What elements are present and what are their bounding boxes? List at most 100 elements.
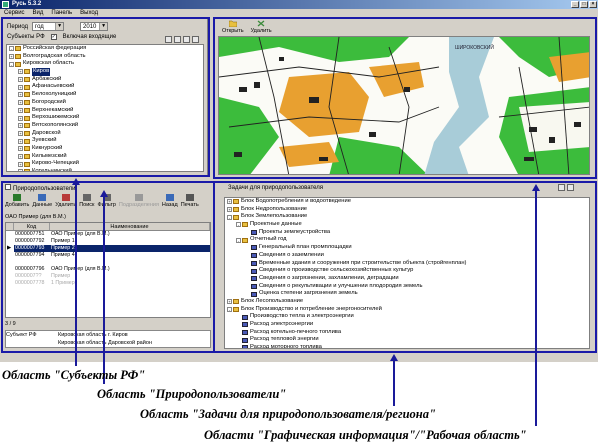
chevron-down-icon: ▼: [55, 23, 64, 30]
menu-service[interactable]: Сервис: [4, 9, 25, 17]
expand-icon[interactable]: +: [227, 299, 232, 305]
subject-item[interactable]: - Кировская область: [7, 60, 203, 68]
menu-view[interactable]: Вид: [33, 9, 44, 17]
subject-item[interactable]: + Кирово-Чепецкий: [7, 160, 203, 168]
users-toolbar-button[interactable]: Добавить: [5, 194, 29, 208]
task-label: Блок Лесопользование: [241, 297, 304, 304]
app-window: Русь 5.3.2 _ □ × Сервис Вид Панель Выход…: [0, 0, 598, 362]
subjects-tree[interactable]: - Российская федерация + Волгоградская обла…: [6, 44, 204, 172]
tasks-expand-icon[interactable]: [558, 184, 565, 191]
expand-icon[interactable]: +: [18, 77, 23, 83]
cell-code: [14, 259, 50, 266]
cell-name: 1 Пример: [51, 280, 75, 286]
expand-icon[interactable]: +: [18, 130, 23, 136]
users-toolbar-button[interactable]: Поиск: [79, 194, 94, 208]
users-title-row: Природопользователи: [5, 184, 75, 192]
subject-item[interactable]: + Котельничский: [7, 168, 203, 172]
expand-icon[interactable]: +: [18, 107, 23, 113]
expand-icon[interactable]: +: [18, 69, 23, 75]
table-row[interactable]: 0000007796 ОАО Пример (для В.М.): [6, 266, 210, 273]
period-combo[interactable]: год ▼: [32, 22, 65, 31]
expand-icon[interactable]: +: [18, 146, 23, 152]
collapse-icon[interactable]: -: [227, 214, 232, 220]
menu-panel[interactable]: Панель: [51, 9, 72, 17]
tree-settings-icon[interactable]: [192, 36, 199, 43]
expand-icon[interactable]: +: [227, 199, 232, 205]
task-label: Расход электроэнергии: [250, 321, 314, 327]
subject-label: Котельничский: [32, 168, 72, 172]
table-row[interactable]: [6, 259, 210, 266]
maximize-button[interactable]: □: [580, 1, 588, 8]
users-checkbox[interactable]: [5, 184, 11, 190]
window-title: Русь 5.3.2: [12, 1, 42, 7]
users-toolbar-button[interactable]: Подразделения: [119, 194, 159, 208]
tree-refresh-icon[interactable]: [183, 36, 190, 43]
subject-item[interactable]: + Кикнурский: [7, 145, 203, 153]
table-row[interactable]: 0000007778 1 Пример: [6, 280, 210, 287]
collapse-icon[interactable]: -: [227, 306, 232, 312]
table-row[interactable]: 0000007751 ОАО Пример (для В.М.): [6, 231, 210, 238]
tree-collapse-icon[interactable]: [174, 36, 181, 43]
subject-item[interactable]: + Афанасьевский: [7, 83, 203, 91]
folder-icon: [24, 100, 30, 106]
open-button[interactable]: Открыть: [222, 20, 244, 34]
table-icon: [251, 268, 257, 274]
period-label: Период: [7, 23, 29, 30]
close-button[interactable]: ×: [589, 1, 597, 8]
subject-item[interactable]: - Российская федерация: [7, 45, 203, 53]
table-row[interactable]: [6, 287, 210, 294]
table-row[interactable]: 0000007792 Пример 1: [6, 238, 210, 245]
subject-item[interactable]: + Зуевский: [7, 137, 203, 145]
expand-icon[interactable]: +: [18, 115, 23, 121]
menu-exit[interactable]: Выход: [80, 9, 98, 17]
users-toolbar-button[interactable]: Печать: [181, 194, 199, 208]
expand-icon[interactable]: +: [18, 161, 23, 167]
collapse-icon[interactable]: -: [9, 46, 14, 52]
subjects-title: Субъекты РФ: [7, 34, 45, 40]
cell-code: 0000007794: [15, 252, 45, 258]
arrow-head-users: [100, 190, 108, 197]
year-combo[interactable]: 2010 ▼: [80, 22, 109, 31]
expand-icon[interactable]: +: [9, 54, 14, 60]
users-toolbar-button[interactable]: Удалить: [55, 194, 76, 208]
subject-item[interactable]: + Волгоградская область: [7, 53, 203, 61]
include-checkbox[interactable]: ✓: [50, 34, 57, 40]
map-view[interactable]: ШИРОКОВСКИЙ: [218, 36, 590, 175]
subject-item[interactable]: + Киров: [7, 68, 203, 76]
table-icon: [251, 230, 257, 236]
tree-expand-icon[interactable]: [165, 36, 172, 43]
task-label: Блок Землепользование: [241, 213, 308, 220]
expand-icon[interactable]: +: [18, 138, 23, 144]
task-label: Расход тепловой энергии: [250, 336, 319, 343]
users-grid[interactable]: Код Наименование 0000007751 ОАО Пример (дл…: [5, 222, 211, 318]
subject-item[interactable]: + Белохолуницкий: [7, 91, 203, 99]
minimize-button[interactable]: _: [571, 1, 579, 8]
subject-item[interactable]: + Верхошижемский: [7, 114, 203, 122]
subject-item[interactable]: + Вятскополянский: [7, 122, 203, 130]
table-row[interactable]: ▶ 0000007793 Пример 2: [6, 245, 210, 252]
users-toolbar-button[interactable]: Назад: [162, 194, 178, 208]
expand-icon[interactable]: +: [18, 153, 23, 159]
folder-icon: [24, 169, 30, 171]
subject-item[interactable]: + Богородский: [7, 99, 203, 107]
table-row[interactable]: 0000007?? Пример: [6, 273, 210, 280]
collapse-icon[interactable]: -: [236, 237, 241, 243]
expand-icon[interactable]: +: [18, 169, 23, 171]
delete-map-button[interactable]: Удалить: [251, 20, 272, 34]
subject-label: Волгоградская область: [23, 52, 86, 59]
expand-icon[interactable]: +: [227, 207, 232, 213]
subject-label: Белохолуницкий: [32, 91, 77, 98]
collapse-icon[interactable]: -: [236, 222, 241, 228]
expand-icon[interactable]: +: [18, 92, 23, 98]
subject-label: Вятскополянский: [32, 121, 79, 128]
expand-icon[interactable]: +: [18, 123, 23, 129]
table-row[interactable]: 0000007794 Пример 4: [6, 252, 210, 259]
users-toolbar-button[interactable]: Данные: [32, 194, 52, 208]
expand-icon[interactable]: +: [18, 100, 23, 106]
collapse-icon[interactable]: -: [9, 61, 14, 67]
tasks-settings-icon[interactable]: [567, 184, 574, 191]
expand-icon[interactable]: +: [18, 84, 23, 90]
toolbar-icon: [134, 194, 143, 201]
folder-icon: [24, 77, 30, 83]
folder-icon: [233, 207, 239, 213]
